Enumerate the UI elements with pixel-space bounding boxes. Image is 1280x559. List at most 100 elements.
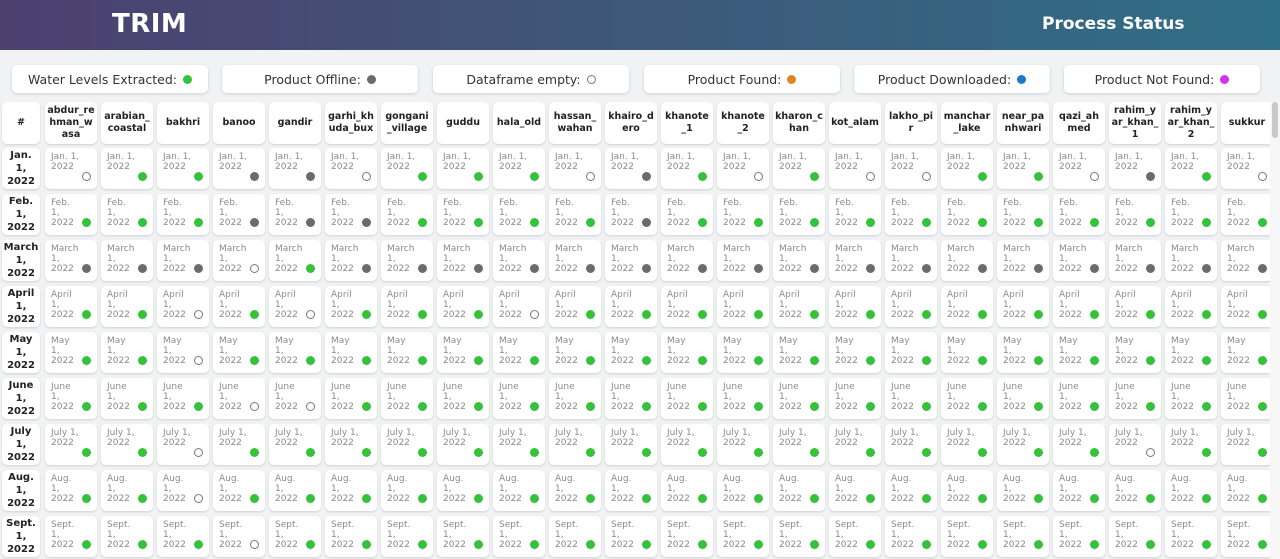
status-cell[interactable]: Feb. 1, 2022 <box>381 194 433 235</box>
status-cell[interactable]: May 1, 2022 <box>829 332 881 373</box>
status-cell[interactable]: May 1, 2022 <box>661 332 713 373</box>
status-cell[interactable]: Feb. 1, 2022 <box>1109 194 1161 235</box>
status-cell[interactable]: April 1, 2022 <box>493 286 545 327</box>
status-cell[interactable]: Sept. 1, 2022 <box>101 516 153 557</box>
status-cell[interactable]: Aug. 1, 2022 <box>269 470 321 511</box>
status-cell[interactable]: Sept. 1, 2022 <box>1053 516 1105 557</box>
status-cell[interactable]: March 1, 2022 <box>157 240 209 281</box>
status-cell[interactable]: Jan. 1, 2022 <box>717 148 769 189</box>
status-cell[interactable]: June 1, 2022 <box>773 378 825 419</box>
status-cell[interactable]: July 1, 2022 <box>997 424 1049 465</box>
status-cell[interactable]: Feb. 1, 2022 <box>885 194 937 235</box>
status-cell[interactable]: June 1, 2022 <box>269 378 321 419</box>
status-cell[interactable]: May 1, 2022 <box>437 332 489 373</box>
status-cell[interactable]: Feb. 1, 2022 <box>1053 194 1105 235</box>
status-cell[interactable]: Sept. 1, 2022 <box>45 516 97 557</box>
status-cell[interactable]: Aug. 1, 2022 <box>45 470 97 511</box>
status-cell[interactable]: April 1, 2022 <box>885 286 937 327</box>
status-cell[interactable]: Feb. 1, 2022 <box>493 194 545 235</box>
status-cell[interactable]: June 1, 2022 <box>605 378 657 419</box>
status-cell[interactable]: June 1, 2022 <box>1053 378 1105 419</box>
status-cell[interactable]: April 1, 2022 <box>941 286 993 327</box>
status-cell[interactable]: Jan. 1, 2022 <box>493 148 545 189</box>
status-cell[interactable]: May 1, 2022 <box>269 332 321 373</box>
status-cell[interactable]: June 1, 2022 <box>101 378 153 419</box>
status-cell[interactable]: July 1, 2022 <box>549 424 601 465</box>
status-cell[interactable]: April 1, 2022 <box>381 286 433 327</box>
status-cell[interactable]: March 1, 2022 <box>773 240 825 281</box>
status-cell[interactable]: July 1, 2022 <box>717 424 769 465</box>
status-cell[interactable]: Sept. 1, 2022 <box>661 516 713 557</box>
status-cell[interactable]: June 1, 2022 <box>885 378 937 419</box>
status-cell[interactable]: Feb. 1, 2022 <box>549 194 601 235</box>
status-cell[interactable]: April 1, 2022 <box>661 286 713 327</box>
status-cell[interactable]: May 1, 2022 <box>45 332 97 373</box>
status-cell[interactable]: Jan. 1, 2022 <box>885 148 937 189</box>
status-cell[interactable]: May 1, 2022 <box>885 332 937 373</box>
status-cell[interactable]: April 1, 2022 <box>605 286 657 327</box>
status-cell[interactable]: Aug. 1, 2022 <box>997 470 1049 511</box>
status-cell[interactable]: Aug. 1, 2022 <box>1053 470 1105 511</box>
status-cell[interactable]: June 1, 2022 <box>1221 378 1273 419</box>
status-cell[interactable]: Feb. 1, 2022 <box>717 194 769 235</box>
status-cell[interactable]: Feb. 1, 2022 <box>605 194 657 235</box>
status-cell[interactable]: June 1, 2022 <box>941 378 993 419</box>
status-cell[interactable]: Feb. 1, 2022 <box>101 194 153 235</box>
status-cell[interactable]: July 1, 2022 <box>773 424 825 465</box>
scrollbar-thumb[interactable] <box>1272 102 1278 138</box>
status-cell[interactable]: March 1, 2022 <box>101 240 153 281</box>
status-cell[interactable]: Feb. 1, 2022 <box>1165 194 1217 235</box>
status-cell[interactable]: June 1, 2022 <box>213 378 265 419</box>
status-cell[interactable]: July 1, 2022 <box>1221 424 1273 465</box>
status-cell[interactable]: July 1, 2022 <box>157 424 209 465</box>
status-cell[interactable]: April 1, 2022 <box>101 286 153 327</box>
status-cell[interactable]: Sept. 1, 2022 <box>1109 516 1161 557</box>
status-cell[interactable]: Jan. 1, 2022 <box>213 148 265 189</box>
status-cell[interactable]: Sept. 1, 2022 <box>717 516 769 557</box>
status-cell[interactable]: March 1, 2022 <box>493 240 545 281</box>
status-cell[interactable]: May 1, 2022 <box>1053 332 1105 373</box>
status-cell[interactable]: April 1, 2022 <box>157 286 209 327</box>
status-cell[interactable]: March 1, 2022 <box>269 240 321 281</box>
status-cell[interactable]: Sept. 1, 2022 <box>493 516 545 557</box>
status-cell[interactable]: March 1, 2022 <box>1053 240 1105 281</box>
status-cell[interactable]: April 1, 2022 <box>325 286 377 327</box>
status-cell[interactable]: May 1, 2022 <box>493 332 545 373</box>
status-cell[interactable]: April 1, 2022 <box>1109 286 1161 327</box>
status-cell[interactable]: Aug. 1, 2022 <box>381 470 433 511</box>
status-cell[interactable]: March 1, 2022 <box>605 240 657 281</box>
status-cell[interactable]: Jan. 1, 2022 <box>437 148 489 189</box>
status-cell[interactable]: Aug. 1, 2022 <box>717 470 769 511</box>
status-cell[interactable]: March 1, 2022 <box>213 240 265 281</box>
status-cell[interactable]: July 1, 2022 <box>493 424 545 465</box>
status-cell[interactable]: Sept. 1, 2022 <box>213 516 265 557</box>
status-cell[interactable]: Jan. 1, 2022 <box>157 148 209 189</box>
status-cell[interactable]: Jan. 1, 2022 <box>661 148 713 189</box>
status-cell[interactable]: June 1, 2022 <box>549 378 601 419</box>
status-cell[interactable]: May 1, 2022 <box>101 332 153 373</box>
status-cell[interactable]: Jan. 1, 2022 <box>269 148 321 189</box>
status-cell[interactable]: March 1, 2022 <box>1109 240 1161 281</box>
status-cell[interactable]: Feb. 1, 2022 <box>997 194 1049 235</box>
status-cell[interactable]: March 1, 2022 <box>1165 240 1217 281</box>
status-cell[interactable]: March 1, 2022 <box>325 240 377 281</box>
status-cell[interactable]: May 1, 2022 <box>717 332 769 373</box>
status-cell[interactable]: June 1, 2022 <box>325 378 377 419</box>
status-cell[interactable]: Sept. 1, 2022 <box>941 516 993 557</box>
status-cell[interactable]: Jan. 1, 2022 <box>1221 148 1273 189</box>
status-cell[interactable]: July 1, 2022 <box>101 424 153 465</box>
status-cell[interactable]: Aug. 1, 2022 <box>661 470 713 511</box>
status-cell[interactable]: May 1, 2022 <box>549 332 601 373</box>
status-cell[interactable]: July 1, 2022 <box>45 424 97 465</box>
status-cell[interactable]: June 1, 2022 <box>1109 378 1161 419</box>
status-cell[interactable]: July 1, 2022 <box>885 424 937 465</box>
status-cell[interactable]: Jan. 1, 2022 <box>829 148 881 189</box>
status-cell[interactable]: Jan. 1, 2022 <box>997 148 1049 189</box>
status-cell[interactable]: May 1, 2022 <box>325 332 377 373</box>
status-cell[interactable]: Sept. 1, 2022 <box>885 516 937 557</box>
status-cell[interactable]: Feb. 1, 2022 <box>157 194 209 235</box>
status-cell[interactable]: April 1, 2022 <box>717 286 769 327</box>
status-cell[interactable]: May 1, 2022 <box>997 332 1049 373</box>
status-cell[interactable]: Sept. 1, 2022 <box>157 516 209 557</box>
status-cell[interactable]: Feb. 1, 2022 <box>773 194 825 235</box>
